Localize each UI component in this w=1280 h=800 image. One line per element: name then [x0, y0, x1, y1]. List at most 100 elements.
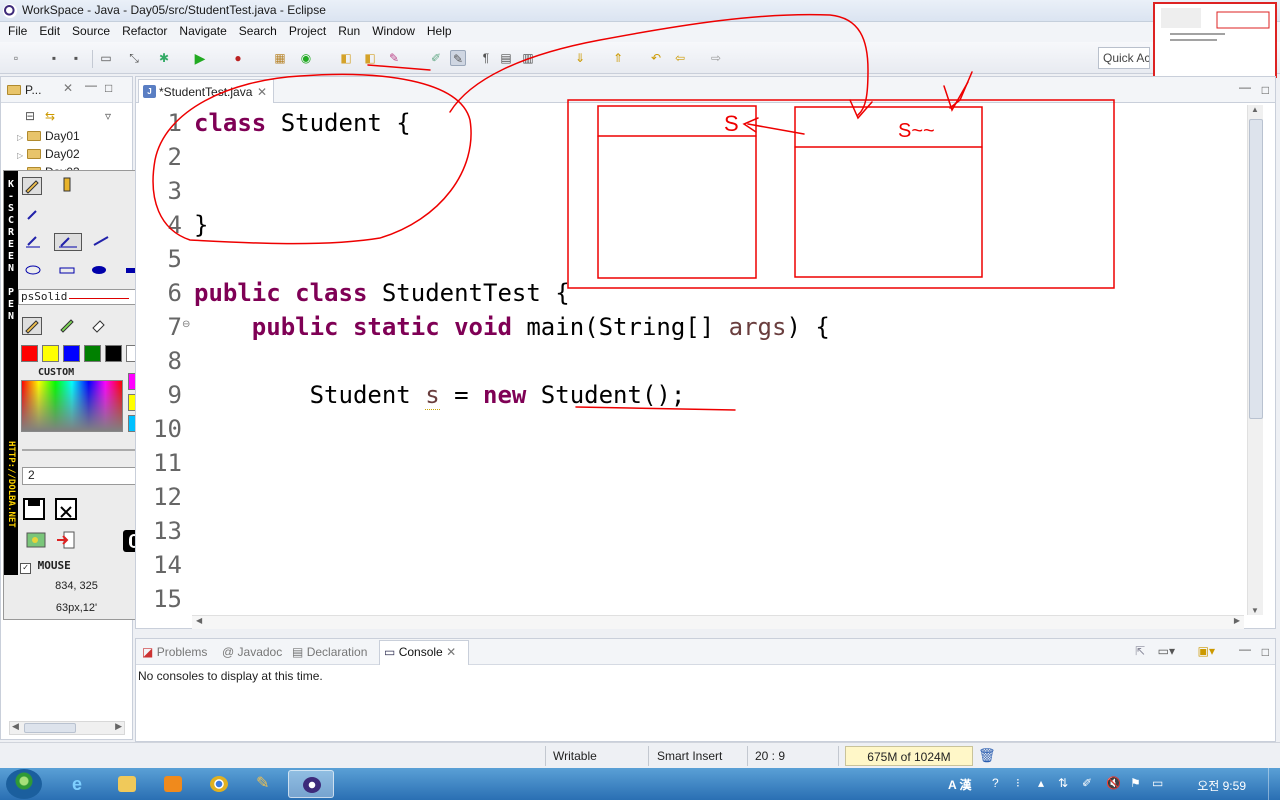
- pen-shape-3[interactable]: [90, 259, 110, 277]
- menu-project[interactable]: Project: [283, 22, 332, 38]
- expand-arrow-icon[interactable]: ▷: [17, 151, 27, 160]
- scroll-up-icon[interactable]: ▲: [1251, 105, 1259, 114]
- minimize-icon[interactable]: —: [85, 78, 97, 92]
- menu-run[interactable]: Run: [332, 22, 366, 38]
- toggle-mark-icon[interactable]: ▥: [520, 50, 536, 66]
- pen-style-2[interactable]: [24, 233, 44, 251]
- open-console-icon[interactable]: ▣▾: [1198, 644, 1215, 658]
- flag-icon[interactable]: ⚑: [1130, 776, 1141, 790]
- external-tools-icon[interactable]: ●: [230, 50, 246, 66]
- background-button[interactable]: [26, 531, 46, 549]
- scroll-down-icon[interactable]: ▼: [1251, 606, 1259, 615]
- line-style-select[interactable]: psSolid▼: [18, 289, 148, 305]
- scroll-left-icon[interactable]: ◀: [196, 616, 202, 625]
- menu-navigate[interactable]: Navigate: [173, 22, 232, 38]
- horizontal-scrollbar[interactable]: ◀ ▶: [192, 615, 1244, 629]
- save-icon[interactable]: ▪: [46, 50, 62, 66]
- link-editor-icon[interactable]: ⇆: [45, 109, 55, 123]
- pen-shape-2[interactable]: [58, 259, 78, 277]
- pen-style-3[interactable]: [54, 233, 82, 251]
- taskbar-eclipse[interactable]: [288, 770, 334, 798]
- horizontal-scrollbar[interactable]: ◀ ▶: [9, 721, 125, 735]
- eraser-button[interactable]: [90, 317, 110, 335]
- menu-help[interactable]: Help: [421, 22, 458, 38]
- display-console-icon[interactable]: ▭▾: [1158, 644, 1175, 658]
- color-swatch-green[interactable]: [84, 345, 101, 362]
- volume-muted-icon[interactable]: 🔇: [1106, 776, 1121, 790]
- mouse-checkbox[interactable]: ✓ MOUSE: [20, 559, 71, 574]
- taskbar-media[interactable]: [150, 770, 196, 798]
- tab-console[interactable]: ▭ Console ✕: [384, 645, 456, 659]
- pen-width-stepper[interactable]: 2▲▼: [22, 467, 146, 485]
- new-package-icon[interactable]: ▦: [272, 50, 288, 66]
- search-icon[interactable]: ✎: [386, 50, 402, 66]
- pen-style-4[interactable]: [92, 233, 112, 251]
- tab-declaration[interactable]: ▤ Declaration: [292, 645, 367, 659]
- close-icon[interactable]: ✕: [63, 81, 73, 95]
- previous-annotation-icon[interactable]: ⇑: [610, 50, 626, 66]
- pen-shape-1[interactable]: [24, 259, 44, 277]
- pen-mode-button[interactable]: [22, 317, 42, 335]
- scroll-right-icon[interactable]: ▶: [115, 721, 122, 732]
- color-swatch-red[interactable]: [21, 345, 38, 362]
- tree-item-day02[interactable]: ▷ Day02: [17, 147, 80, 161]
- scroll-right-icon[interactable]: ▶: [1234, 616, 1240, 625]
- highlight-mode-button[interactable]: [58, 317, 78, 335]
- back-icon[interactable]: ⇦: [672, 50, 688, 66]
- highlight-icon[interactable]: ✎: [450, 50, 466, 66]
- garbage-collect-icon[interactable]: 🗑: [978, 747, 996, 764]
- menu-window[interactable]: Window: [366, 22, 421, 38]
- code-area[interactable]: 1 2 3 4 5 6 7 8 9 10 11 12 13 14 15 ⊖ cl…: [136, 107, 1244, 617]
- heap-status[interactable]: 675M of 1024M: [845, 746, 973, 766]
- maximize-icon[interactable]: □: [105, 81, 112, 95]
- tree-item-day01[interactable]: ▷ Day01: [17, 129, 80, 143]
- menu-edit[interactable]: Edit: [33, 22, 66, 38]
- menu-file[interactable]: File: [0, 22, 33, 38]
- view-menu-icon[interactable]: ▿: [105, 109, 111, 123]
- next-annotation-icon[interactable]: ⇓: [572, 50, 588, 66]
- editor-tab-studenttest[interactable]: J *StudentTest.java ✕: [138, 79, 274, 103]
- package-explorer-tab[interactable]: P...: [25, 83, 41, 97]
- color-swatch-yellow[interactable]: [42, 345, 59, 362]
- scrollbar-thumb[interactable]: [24, 723, 76, 733]
- taskbar-chrome[interactable]: [196, 770, 242, 798]
- close-tab-icon[interactable]: ✕: [257, 85, 267, 99]
- pen-style-1[interactable]: [24, 207, 44, 225]
- show-desktop-button[interactable]: [1268, 768, 1280, 800]
- scrollbar-thumb[interactable]: [1249, 119, 1263, 419]
- collapse-all-icon[interactable]: ⊟: [25, 109, 35, 123]
- taskbar-explorer[interactable]: [104, 770, 150, 798]
- terminal-icon[interactable]: ▭: [98, 50, 114, 66]
- ime-indicator[interactable]: A 漢: [948, 776, 972, 793]
- pen-tray-icon[interactable]: ✐: [1082, 776, 1092, 790]
- help-icon[interactable]: ?: [992, 776, 999, 790]
- debug-icon[interactable]: ✱: [156, 50, 172, 66]
- ime-options-icon[interactable]: ⁝: [1016, 776, 1020, 790]
- pin-console-icon[interactable]: ⇱: [1135, 644, 1145, 658]
- menu-refactor[interactable]: Refactor: [116, 22, 173, 38]
- menu-source[interactable]: Source: [66, 22, 116, 38]
- show-hidden-icons[interactable]: ▴: [1038, 776, 1044, 790]
- menu-search[interactable]: Search: [233, 22, 283, 38]
- color-swatch-black[interactable]: [105, 345, 122, 362]
- start-button[interactable]: [6, 769, 42, 799]
- display-tray-icon[interactable]: ▭: [1152, 776, 1163, 790]
- skip-breakpoints-icon[interactable]: ⤡: [126, 50, 142, 66]
- minimize-icon[interactable]: —: [1239, 80, 1251, 94]
- highlighter-tool-button[interactable]: [58, 177, 78, 195]
- tab-javadoc[interactable]: @ Javadoc: [222, 645, 282, 659]
- network-tray-icon[interactable]: ⇅: [1058, 776, 1068, 790]
- taskbar-screenpen[interactable]: ✎: [242, 770, 288, 798]
- quick-access-input[interactable]: Quick Ac: [1098, 47, 1150, 69]
- expand-arrow-icon[interactable]: ▷: [17, 133, 27, 142]
- scroll-left-icon[interactable]: ◀: [12, 721, 19, 732]
- color-swatch-blue[interactable]: [63, 345, 80, 362]
- checkbox-check-icon[interactable]: ✓: [20, 563, 31, 574]
- last-edit-icon[interactable]: ↶: [648, 50, 664, 66]
- new-icon[interactable]: ▫: [8, 50, 24, 66]
- exit-button[interactable]: [56, 531, 76, 549]
- save-all-icon[interactable]: ▪: [68, 50, 84, 66]
- open-type-icon[interactable]: ◧: [338, 50, 354, 66]
- tab-problems[interactable]: ◪ Problems: [142, 645, 207, 659]
- run-icon[interactable]: ▶: [192, 50, 208, 66]
